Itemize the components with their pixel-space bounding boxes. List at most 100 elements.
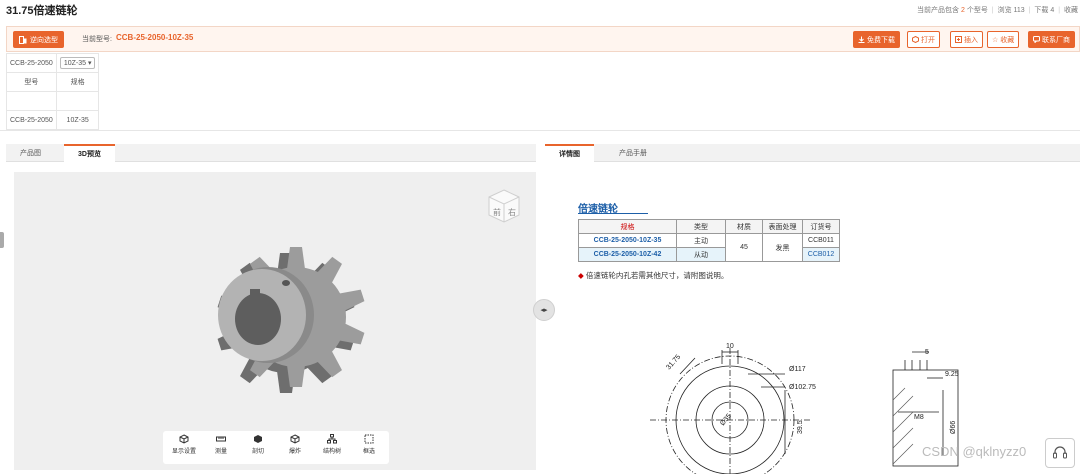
- insert-label: 插入: [964, 36, 978, 44]
- free-download-label: 免费下载: [867, 36, 895, 44]
- dim-screw: M8: [914, 414, 924, 421]
- spec-selector-cell[interactable]: 10Z-35 ▾: [55, 53, 100, 73]
- tab-product-image[interactable]: 产品图: [6, 144, 55, 162]
- watermark: CSDN @qklnyzz0: [922, 444, 1027, 459]
- favorite-button[interactable]: ☆ 收藏: [987, 31, 1020, 48]
- model-toolbar: 逆向选型 当前型号: CCB-25-2050-10Z-35 免费下载 打开 插入…: [6, 26, 1080, 52]
- row-model[interactable]: CCB-25-2050: [6, 110, 57, 130]
- model-selector-cell[interactable]: CCB-25-2050: [6, 53, 57, 73]
- tree-icon: [327, 434, 337, 444]
- row-spec[interactable]: 10Z-35: [55, 110, 100, 130]
- ruler-icon: [216, 436, 226, 442]
- tab-detail-drawing[interactable]: 详情图: [545, 144, 594, 162]
- viewcube-front-label: 前: [493, 207, 501, 217]
- detail-row-order: CCB012: [802, 247, 840, 262]
- panel-collapse-button[interactable]: ◂▸: [533, 299, 555, 321]
- detail-row-spec: CCB-25-2050-10Z-35: [578, 233, 677, 248]
- headset-icon: [1053, 446, 1067, 459]
- dim-outer-diameter: Ø117: [789, 366, 806, 373]
- detail-row-type: 从动: [676, 247, 726, 262]
- diamond-icon: ◆: [578, 271, 584, 280]
- reverse-select-button[interactable]: 逆向选型: [13, 31, 64, 48]
- cube-icon: [912, 36, 919, 43]
- detail-header-order: 订货号: [802, 219, 840, 234]
- empty-cell: [55, 91, 100, 111]
- detail-header-material: 材质: [725, 219, 763, 234]
- chat-icon: [1033, 36, 1040, 43]
- detail-header-spec: 规格: [578, 219, 677, 234]
- explode-icon: [290, 434, 300, 444]
- section-cube-icon: [254, 435, 262, 443]
- spec-dropdown-value: 10Z-35: [63, 60, 86, 67]
- detail-material: 45: [725, 233, 763, 262]
- page-title: 31.75倍速链轮: [6, 5, 78, 17]
- detail-surface: 发黑: [762, 233, 803, 262]
- stats-contains-suffix: 个型号: [966, 7, 988, 14]
- contact-vendor-label: 联系厂商: [1042, 36, 1070, 44]
- current-model-label: 当前型号:: [82, 36, 112, 43]
- explode-label: 爆炸: [288, 449, 301, 455]
- box-select-tool[interactable]: 框选: [352, 434, 386, 455]
- current-model-value: CCB-25-2050-10Z-35: [116, 33, 194, 42]
- viewcube-icon[interactable]: 前 右: [486, 188, 522, 224]
- download-icon: [858, 36, 865, 43]
- contact-vendor-button[interactable]: 联系厂商: [1028, 31, 1075, 48]
- box-select-label: 框选: [362, 449, 375, 455]
- detail-row-spec-selected: CCB-25-2050-10Z-42: [578, 247, 677, 262]
- chevron-down-icon: ▾: [87, 60, 92, 67]
- stats-views: 浏览 113: [997, 7, 1025, 14]
- stats-downloads: 下载 4: [1034, 7, 1055, 14]
- dim-offset: 9.25: [945, 371, 959, 378]
- customer-service-button[interactable]: [1045, 438, 1075, 468]
- tab-product-manual[interactable]: 产品手册: [605, 144, 661, 162]
- header-spec: 规格: [55, 72, 100, 92]
- measure-tool[interactable]: 测量: [204, 434, 238, 455]
- structure-tree-label: 结构树: [322, 449, 341, 455]
- detail-header-type: 类型: [676, 219, 726, 234]
- detail-note: ◆ 倍速链轮内孔若需其他尺寸，请附图说明。: [578, 270, 728, 281]
- display-settings-tool[interactable]: 显示设置: [167, 434, 201, 455]
- star-icon: ☆: [992, 36, 999, 44]
- insert-button[interactable]: 插入: [950, 31, 983, 48]
- tab-3d-preview[interactable]: 3D预览: [64, 144, 115, 162]
- structure-tree-tool[interactable]: 结构树: [315, 434, 349, 455]
- detail-header-surface: 表面处理: [762, 219, 803, 234]
- spec-dropdown[interactable]: 10Z-35 ▾: [59, 57, 96, 69]
- insert-icon: [955, 36, 962, 43]
- left-tab-bar: 产品图 3D预览: [6, 144, 536, 162]
- dim-pitch-diameter: Ø102.75: [789, 384, 816, 391]
- detail-spec-table: 规格 类型 材质 表面处理 订货号 CCB-25-2050-10Z-35 主动 …: [578, 219, 840, 262]
- empty-cell: [6, 91, 57, 111]
- measure-label: 测量: [214, 449, 227, 455]
- free-download-button[interactable]: 免费下载: [853, 31, 900, 48]
- section-cut-tool[interactable]: 剖切: [241, 434, 275, 455]
- dim-tooth-width: 5: [925, 349, 929, 356]
- viewer-toolbar: 显示设置 测量 剖切 爆炸 结构树 框选: [163, 431, 389, 464]
- 3d-viewer[interactable]: 前 右 显示设置 测量 剖切 爆炸 结构树 框选: [14, 172, 536, 470]
- reverse-select-label: 逆向选型: [30, 36, 58, 44]
- detail-row-type: 主动: [676, 233, 726, 248]
- stats-contains-prefix: 当前产品包含: [917, 7, 960, 14]
- favorite-label: 收藏: [1000, 36, 1015, 44]
- right-tab-bar: 详情图 产品手册: [545, 144, 1080, 162]
- dim-hub-height: 39.5: [797, 420, 804, 434]
- sprocket-3d-model[interactable]: [14, 172, 536, 470]
- detail-note-text: 倍速链轮内孔若需其他尺寸，请附图说明。: [585, 271, 729, 280]
- left-panel-handle[interactable]: [0, 232, 4, 248]
- title-row: 31.75倍速链轮 当前产品包含 2 个型号 | 浏览 113 | 下载 4 |…: [0, 0, 1080, 22]
- explode-tool[interactable]: 爆炸: [278, 434, 312, 455]
- spec-selector-table: CCB-25-2050 10Z-35 ▾ 型号 规格 CCB-25-2050 1…: [6, 53, 100, 130]
- detail-title-underline: [578, 213, 648, 214]
- header-model: 型号: [6, 72, 57, 92]
- dim-10: 10: [726, 343, 734, 350]
- open-button[interactable]: 打开: [907, 31, 940, 48]
- stats-model-count: 2: [960, 7, 965, 14]
- box-select-icon: [364, 434, 374, 444]
- detail-row-order: CCB011: [802, 233, 840, 248]
- open-label: 打开: [921, 36, 935, 44]
- chevron-left-right-icon: ◂▸: [540, 307, 548, 314]
- reverse-select-icon: [19, 35, 27, 44]
- stats-favorites: 收藏: [1064, 7, 1078, 14]
- cube-settings-icon: [179, 434, 189, 444]
- product-stats: 当前产品包含 2 个型号 | 浏览 113 | 下载 4 | 收藏: [917, 7, 1078, 14]
